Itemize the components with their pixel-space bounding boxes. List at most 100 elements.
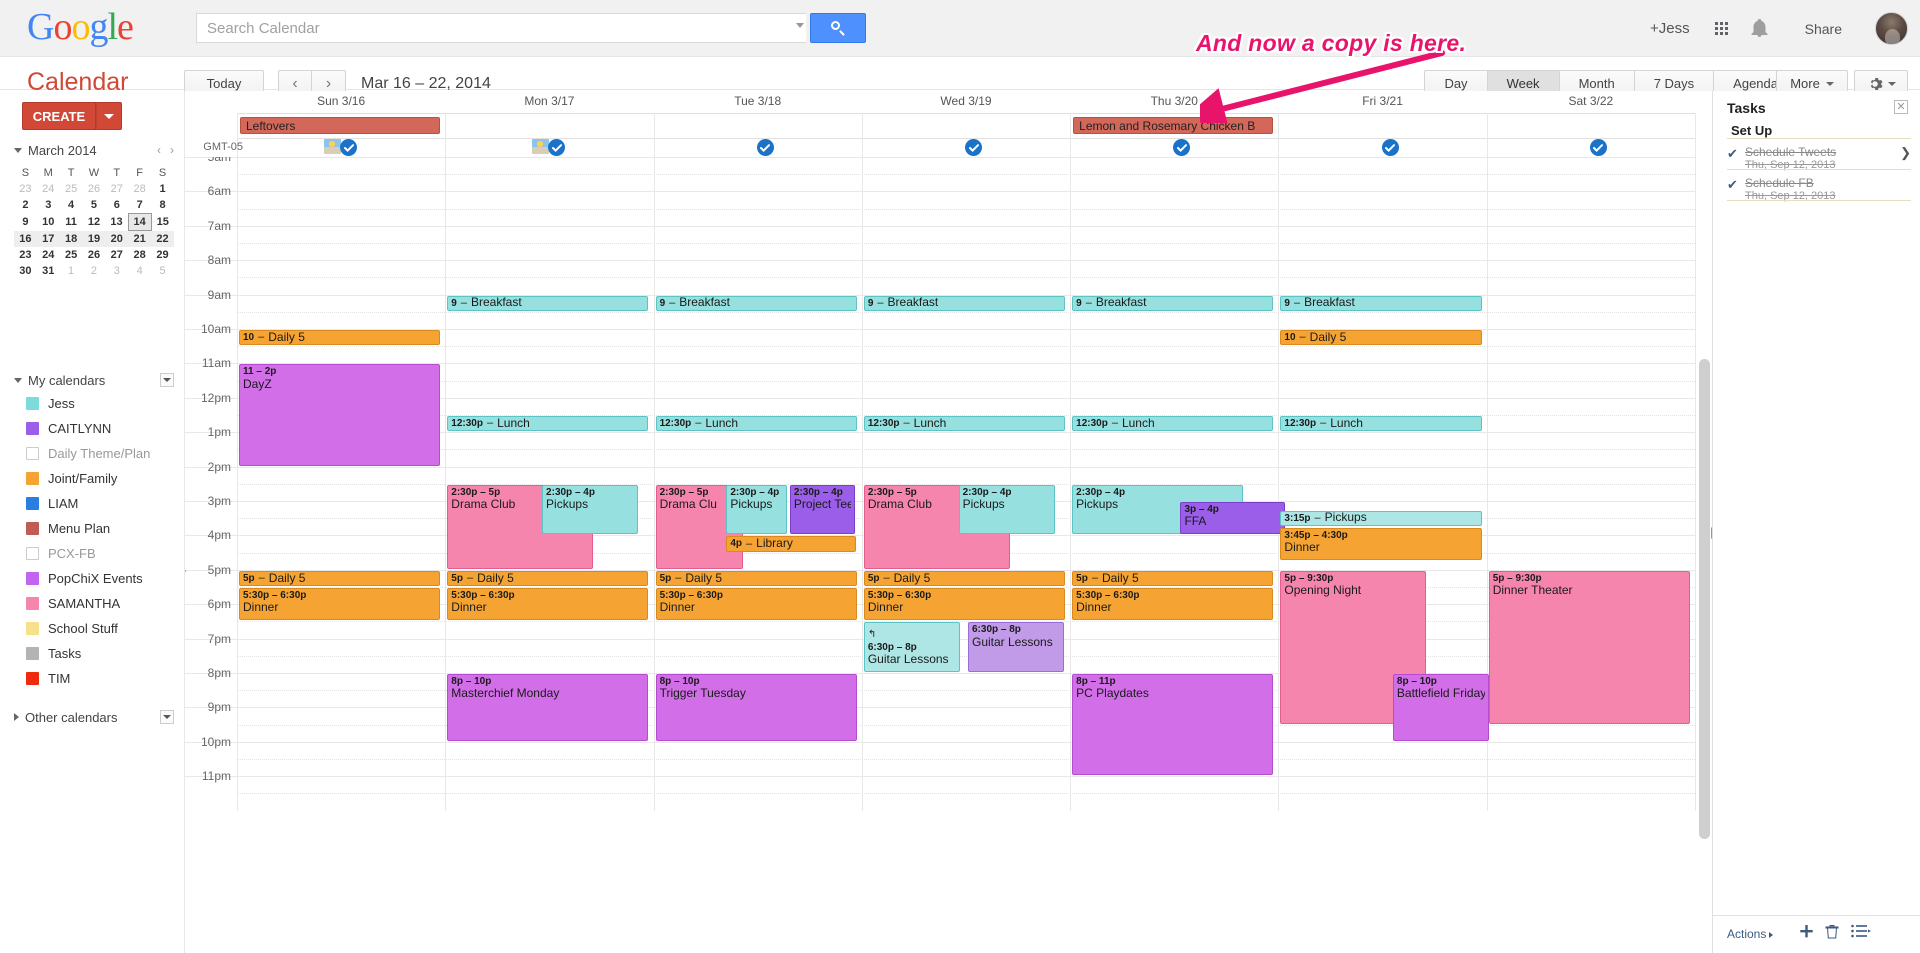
mini-day-cell[interactable]: 4 [60,197,83,214]
mini-day-cell[interactable]: 5 [83,197,106,214]
calendar-event[interactable]: 2:30p – 4pProject Teen [789,484,855,535]
mini-day-cell[interactable]: 17 [36,230,60,247]
mini-day-cell[interactable]: 13 [105,214,128,231]
calendar-event[interactable]: 5:30p – 6:30p Dinner [447,588,649,621]
calendar-event[interactable]: 5p – Daily 5 [655,570,857,586]
mini-day-cell[interactable]: 16 [14,230,37,247]
calendar-list-item[interactable]: Jess [0,391,184,416]
calendar-event[interactable]: 9– Breakfast [1280,295,1482,311]
calendar-event[interactable]: 12:30p – Lunch [1280,416,1482,432]
calendar-event[interactable]: 12:30p – Lunch [447,416,649,432]
mini-calendar-grid[interactable]: S M T W T F S 23 24 25 26 27 28 1 2 3 4 5 6 7 8 9 10 11 12 13 14 15… [14,165,174,279]
mini-day-cell[interactable]: 5 [151,263,174,279]
calendar-color-swatch[interactable] [26,422,39,435]
calendar-event[interactable]: 5p – Daily 5 [447,570,649,586]
calendar-color-swatch[interactable] [26,597,39,610]
mini-day-cell[interactable]: 31 [37,263,60,279]
calendar-list-item[interactable]: School Stuff [0,616,184,641]
mini-day-cell[interactable]: 14 [127,213,152,231]
calendar-event[interactable]: 5:30p – 6:30p Dinner [655,588,857,621]
calendar-list-item[interactable]: Tasks [0,641,184,666]
mini-day-cell[interactable]: 1 [151,181,174,197]
mini-day-cell[interactable]: 28 [128,247,151,263]
create-button[interactable]: CREATE [22,102,96,130]
event-check-icon[interactable] [340,139,358,156]
calendar-event[interactable]: 12:30p – Lunch [863,416,1065,432]
calendar-color-swatch[interactable] [26,622,39,635]
mini-day-cell[interactable]: 3 [37,197,60,214]
plus-user-link[interactable]: +Jess [1636,20,1704,37]
list-icon[interactable] [1851,924,1871,943]
trash-icon[interactable] [1825,924,1839,944]
calendar-event[interactable]: 2:30p – 4p Pickups [726,484,787,535]
mini-day-cell[interactable]: 18 [59,230,83,247]
mini-day-cell[interactable]: 25 [60,247,83,263]
calendar-event[interactable]: 9– Breakfast [655,295,857,311]
task-item[interactable]: ✔ Schedule Tweets Thu, Sep 12, 2013 ❯ [1727,145,1911,175]
calendar-event[interactable]: 11 – 2p DayZ [239,364,441,466]
calendar-event[interactable]: 3:15p – Pickups [1280,510,1482,526]
mini-day-cell[interactable]: 27 [105,247,128,263]
task-check-icon[interactable]: ✔ [1727,146,1738,162]
calendar-list-item[interactable]: CAITLYNN [0,416,184,441]
bell-icon[interactable] [1740,11,1780,47]
event-check-icon[interactable] [965,139,982,156]
calendar-event[interactable]: 8p – 10p Trigger Tuesday [655,674,857,741]
calendar-list-item[interactable]: PopChiX Events [0,566,184,591]
calendar-event[interactable]: 5p – Daily 5 [1072,570,1274,586]
other-calendars-options-button[interactable] [160,710,174,724]
mini-day-cell[interactable]: 12 [83,214,106,231]
calendar-event[interactable]: 10– Daily 5 [239,330,441,346]
mini-day-cell[interactable]: 2 [83,263,106,279]
calendar-list-item[interactable]: Daily Theme/Plan [0,441,184,466]
calendar-color-swatch[interactable] [26,572,39,585]
share-button[interactable]: Share [1785,13,1861,44]
calendar-list-item[interactable]: Menu Plan [0,516,184,541]
search-button[interactable] [810,13,867,43]
mini-day-cell[interactable]: 4 [128,263,151,279]
task-details-arrow-icon[interactable]: ❯ [1900,145,1911,161]
calendar-event[interactable]: 5:30p – 6:30p Dinner [239,588,441,621]
mini-day-cell[interactable]: 15 [151,214,174,231]
calendar-event[interactable]: 9– Breakfast [447,295,649,311]
mini-day-cell[interactable]: 6 [105,197,128,214]
mini-day-cell[interactable]: 29 [151,247,174,263]
mini-day-cell[interactable]: 7 [128,197,151,214]
calendar-list-item[interactable]: Joint/Family [0,466,184,491]
calendar-event[interactable]: 10– Daily 5 [1280,330,1482,346]
scrollbar-thumb[interactable] [1699,359,1710,839]
calendar-event[interactable]: 5p – Daily 5 [239,570,441,586]
plus-icon[interactable] [1799,924,1814,944]
create-dropdown-button[interactable] [96,102,122,130]
calendar-color-swatch[interactable] [26,672,39,685]
my-calendars-options-button[interactable] [160,373,174,387]
mini-day-cell[interactable]: 24 [37,181,60,197]
apps-grid-icon[interactable] [1704,11,1740,47]
mini-day-cell[interactable]: 2 [14,197,37,214]
mini-day-cell[interactable]: 3 [105,263,128,279]
calendar-color-swatch[interactable] [26,497,39,510]
event-check-icon[interactable] [1381,139,1399,156]
task-check-icon[interactable]: ✔ [1727,177,1738,193]
triangle-down-icon[interactable] [14,147,22,153]
event-check-icon[interactable] [1173,139,1191,156]
actions-menu-button[interactable]: Actions [1727,927,1774,941]
calendar-event[interactable]: 8p – 10p Battlefield Friday [1392,674,1489,741]
calendar-color-swatch[interactable] [26,447,39,460]
mini-next-icon[interactable]: › [170,143,174,157]
calendar-event[interactable]: 2:30p – 4p Pickups [542,484,639,535]
mini-day-cell[interactable]: 21 [128,230,152,247]
calendar-color-swatch[interactable] [26,647,39,660]
mini-day-cell[interactable]: 8 [151,197,174,214]
close-icon[interactable]: ✕ [1894,100,1908,114]
calendar-event[interactable]: 5p – 9:30p Dinner Theater [1488,570,1690,724]
calendar-list-item[interactable]: LIAM [0,491,184,516]
mini-day-cell[interactable]: 9 [14,214,37,231]
calendar-list-item[interactable]: SAMANTHA [0,591,184,616]
calendar-event[interactable]: 12:30p – Lunch [655,416,857,432]
user-avatar[interactable] [1875,12,1908,45]
calendar-color-swatch[interactable] [26,522,39,535]
all-day-event[interactable]: Leftovers [240,117,441,134]
mini-day-cell[interactable]: 1 [60,263,83,279]
time-grid-scroll[interactable]: 5am 6am 7am 8am 9am 10am 11am 12pm 1pm 2pm 3pm 4pm 5… [185,157,1713,953]
